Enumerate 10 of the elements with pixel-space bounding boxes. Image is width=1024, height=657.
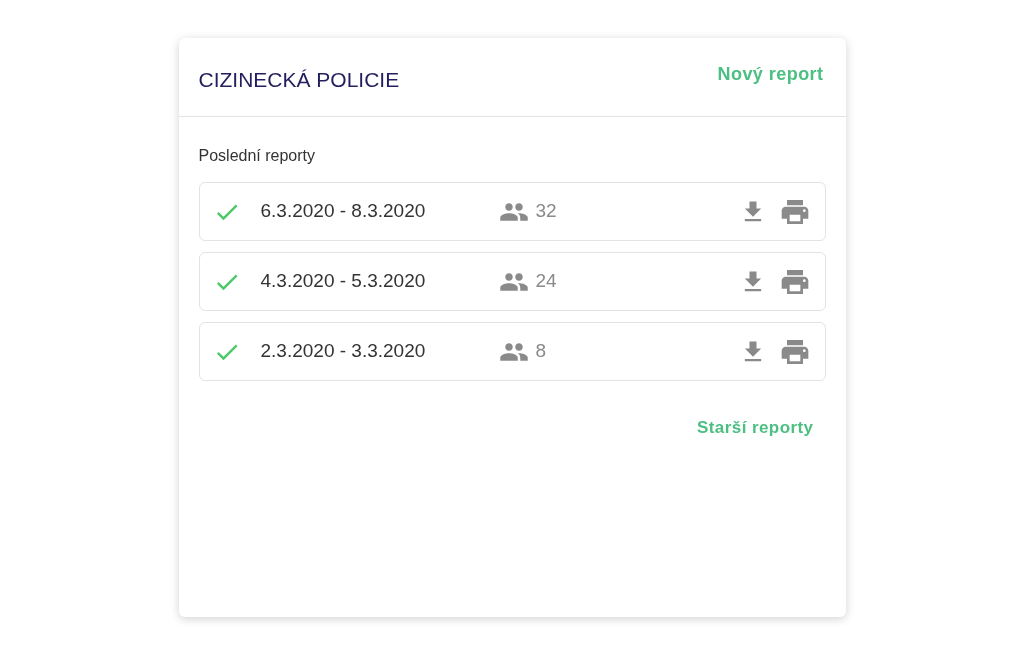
- report-period: 4.3.2020 - 5.3.2020: [260, 269, 427, 294]
- section-title: Poslední reporty: [198, 146, 316, 166]
- card-title: CIZINECKÁ POLICIE: [198, 67, 400, 93]
- people-count: 8: [535, 339, 547, 364]
- people-count: 24: [535, 269, 557, 294]
- new-report-link[interactable]: Nový report: [717, 61, 824, 88]
- people-count: 32: [535, 199, 557, 224]
- report-period: 2.3.2020 - 3.3.2020: [260, 339, 427, 364]
- report-period: 6.3.2020 - 8.3.2020: [260, 199, 427, 224]
- older-reports-link[interactable]: Starší reporty: [697, 415, 814, 441]
